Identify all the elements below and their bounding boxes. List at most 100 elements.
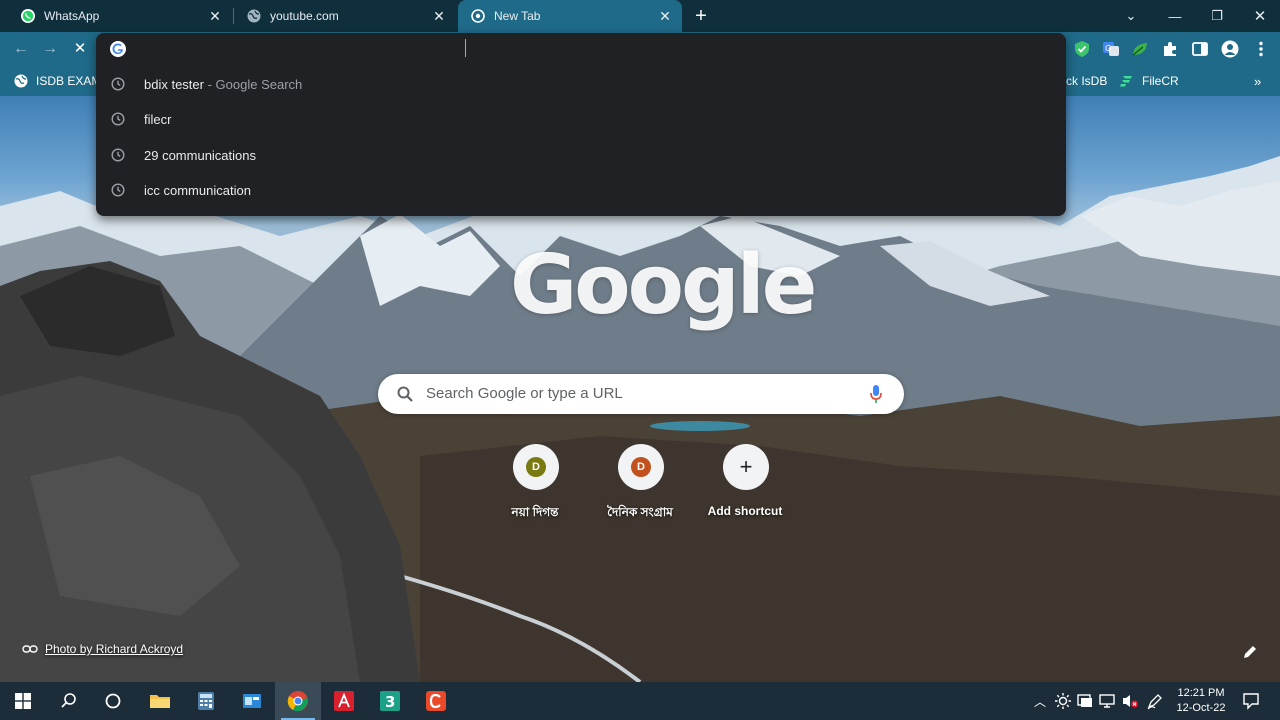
tab-new-tab[interactable]: New Tab ✕ [458, 0, 682, 32]
network-icon[interactable] [1099, 692, 1117, 710]
clock-date: 12-Oct-22 [1176, 702, 1226, 714]
google-g-icon [110, 41, 126, 57]
cortana-circle-icon [105, 693, 121, 709]
start-button[interactable] [0, 682, 46, 720]
tab-whatsapp[interactable]: WhatsApp ✕ [8, 0, 232, 32]
bookmark-label: ck IsDB [1066, 74, 1108, 88]
windows-taskbar: 3 ︿ 12:21 PM 12-Oct-22 [0, 682, 1280, 720]
attribution-text: Photo by Richard Ackroyd [45, 642, 184, 656]
tab-title: New Tab [494, 9, 541, 23]
close-icon[interactable]: ✕ [658, 9, 672, 23]
ntp-search-box[interactable]: Search Google or type a URL [378, 374, 904, 414]
teal-app-icon: 3 [380, 691, 400, 711]
globe-icon [14, 74, 28, 88]
task-view-button[interactable] [90, 682, 136, 720]
shortcut-label: দৈনিক সংগ্রাম [607, 505, 673, 519]
shortcut-favicon: D [631, 457, 651, 477]
svg-text:G: G [1105, 44, 1111, 53]
shortcut-tile[interactable]: D নয়া দিগন্ত [479, 444, 591, 528]
bookmark-isdb-exam[interactable]: ISDB EXAM [14, 72, 101, 90]
calculator-icon [198, 692, 214, 710]
acrobat-icon [334, 691, 354, 711]
history-clock-icon [111, 183, 125, 197]
orange-app-icon [426, 691, 446, 711]
notifications-icon[interactable] [1242, 692, 1260, 710]
taskbar-app-orange[interactable] [413, 682, 459, 720]
shield-extension-icon[interactable] [1073, 40, 1091, 58]
chrome-newtab-icon [470, 8, 486, 24]
taskbar-acrobat[interactable] [321, 682, 367, 720]
omnibox-suggestion[interactable]: 29 communications [96, 137, 1066, 173]
back-button[interactable]: ← [10, 38, 32, 60]
windows-logo-icon [15, 693, 31, 709]
shortcut-tile[interactable]: D দৈনিক সংগ্রাম [584, 444, 696, 528]
add-shortcut-label: Add shortcut [707, 504, 783, 518]
plus-icon: + [739, 454, 753, 479]
stop-loading-button[interactable]: ✕ [69, 38, 91, 60]
google-logo: Google [510, 238, 817, 333]
close-icon[interactable]: ✕ [208, 9, 222, 23]
shortcut-circle: + [723, 444, 769, 490]
tray-app-icon[interactable] [1076, 692, 1094, 710]
suggestion-text: 29 communications [144, 147, 256, 163]
minimize-button[interactable]: — [1153, 0, 1197, 32]
suggestion-text: bdix tester [144, 76, 204, 92]
taskbar-calculator[interactable] [183, 682, 229, 720]
text-cursor [465, 39, 466, 57]
new-tab-button[interactable]: + [690, 6, 712, 28]
close-icon[interactable]: ✕ [432, 9, 446, 23]
pen-ink-icon[interactable] [1146, 692, 1164, 710]
bookmark-isdb[interactable]: ck IsDB [1066, 72, 1107, 90]
brightness-icon[interactable] [1054, 692, 1072, 710]
tab-youtube[interactable]: youtube.com ✕ [234, 0, 456, 32]
suggestion-text: filecr [144, 111, 172, 127]
omnibox-suggestion[interactable]: icc communication [96, 172, 1066, 208]
tab-search-chevron-icon[interactable]: ⌄ [1109, 0, 1153, 32]
omnibox-dropdown: bdix tester - Google Search filecr 29 co… [96, 33, 1066, 216]
tray-chevron-up-icon[interactable]: ︿ [1031, 692, 1049, 710]
history-clock-icon [111, 77, 125, 91]
omnibox-suggestion[interactable]: filecr [96, 101, 1066, 137]
taskbar-app-window[interactable] [229, 682, 275, 720]
puzzle-extensions-icon[interactable] [1161, 40, 1179, 58]
history-clock-icon [111, 112, 125, 126]
omnibox-suggestion[interactable]: bdix tester - Google Search [96, 66, 1066, 102]
taskbar-file-explorer[interactable] [137, 682, 183, 720]
whatsapp-icon [20, 8, 36, 24]
shortcut-circle: D [513, 444, 559, 490]
chrome-menu-icon[interactable] [1252, 40, 1270, 58]
suggestion-text: icc communication [144, 182, 251, 198]
search-placeholder: Search Google or type a URL [426, 385, 623, 402]
tab-title: youtube.com [270, 9, 339, 23]
taskbar-app-3[interactable]: 3 [367, 682, 413, 720]
side-panel-icon[interactable] [1191, 40, 1209, 58]
system-clock[interactable]: 12:21 PM 12-Oct-22 [1170, 686, 1232, 716]
forward-button[interactable]: → [39, 38, 61, 60]
window-app-icon [243, 694, 261, 708]
search-icon [397, 386, 413, 402]
tab-title: WhatsApp [44, 9, 100, 23]
taskbar-chrome[interactable] [275, 682, 321, 720]
microphone-icon[interactable] [869, 384, 883, 404]
search-button[interactable] [46, 682, 92, 720]
customize-pencil-icon[interactable] [1242, 644, 1258, 660]
profile-avatar-icon[interactable] [1221, 40, 1239, 58]
add-shortcut-tile[interactable]: + Add shortcut [689, 444, 801, 528]
bookmark-label: FileCR [1142, 74, 1179, 88]
shortcut-circle: D [618, 444, 664, 490]
volume-muted-icon[interactable] [1121, 692, 1139, 710]
bookmark-filecr[interactable]: FileCR [1120, 72, 1179, 90]
filecr-icon [1120, 76, 1132, 87]
maximize-button[interactable]: ❐ [1195, 0, 1239, 32]
chrome-icon [287, 691, 308, 712]
address-bar-input[interactable] [96, 33, 1066, 65]
photo-attribution-link[interactable]: Photo by Richard Ackroyd [22, 642, 183, 656]
more-bookmarks-chevron-icon[interactable]: » [1254, 72, 1261, 90]
svg-text:3: 3 [385, 693, 395, 711]
history-clock-icon [111, 148, 125, 162]
translate-extension-icon[interactable]: G [1102, 40, 1120, 58]
globe-icon [246, 8, 262, 24]
close-window-button[interactable]: ✕ [1238, 0, 1280, 32]
shortcut-label: নয়া দিগন্ত [511, 505, 559, 519]
leaf-extension-icon[interactable] [1131, 40, 1149, 58]
